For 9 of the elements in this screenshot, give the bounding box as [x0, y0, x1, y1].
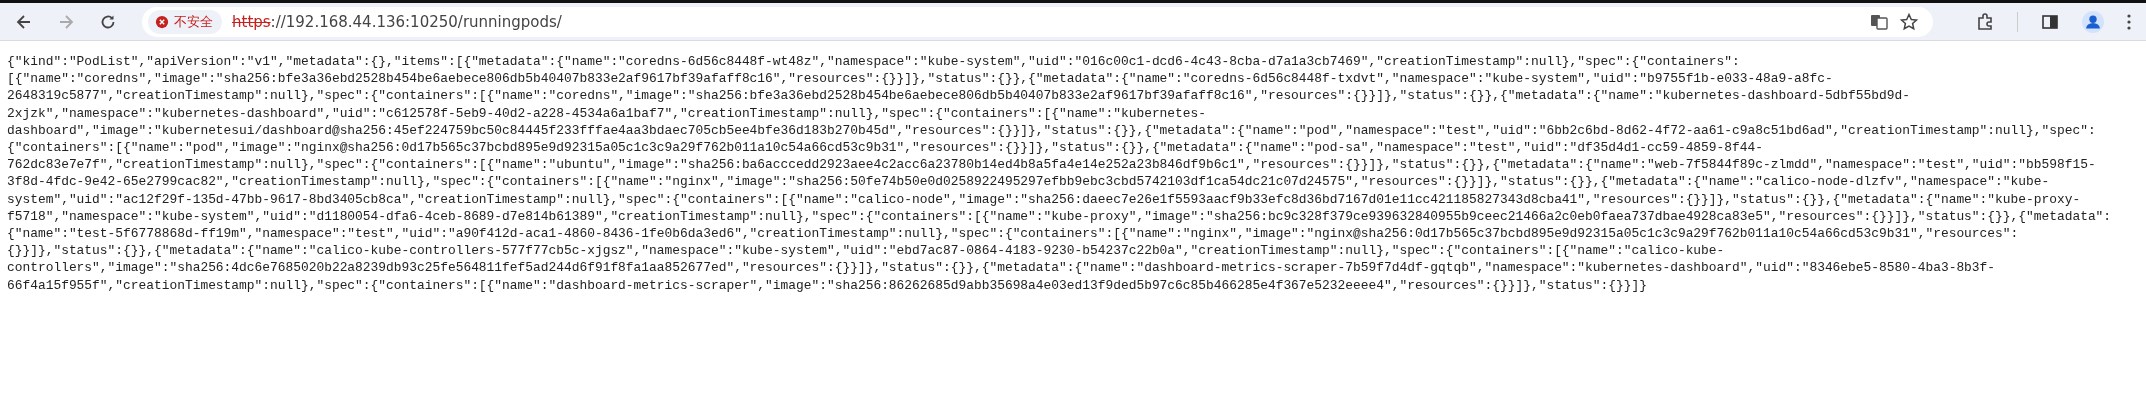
address-bar[interactable]: 不安全 https://192.168.44.136:10250/runningpods/: [142, 6, 1933, 37]
url-text: https://192.168.44.136:10250/runningpods/: [232, 12, 562, 31]
profile-icon[interactable]: [2082, 10, 2104, 33]
star-icon[interactable]: [1899, 11, 1919, 32]
puzzle-icon[interactable]: [1975, 11, 1995, 32]
security-chip[interactable]: 不安全: [148, 9, 222, 34]
warning-icon: [155, 14, 169, 29]
security-label: 不安全: [174, 12, 213, 31]
json-text: {"kind":"PodList","apiVersion":"v1","metadata":{},"items":[{"metadata":{"name":"coredns-6d56c8448f-wt48z","namespace":"kube-system","uid":"016c00c1-dcd6-4c43-8cba-d7a1a3cb7469","creationTimestamp":null},"spec":{"containers": [{"name":"coredns","image":"sha256:bfe3a36ebd2528b454be6aebece806db5b40407b833e2af9617bf39afaff8c16","resources":{}}]},"status":{}},{"metadata":{"name":"coredns-6d56c8448f-txdvt","namespace":"kube-system","uid":"b9755f1b-e033-48a9-a8fc- 2648319c5877","creationTimestamp":null},"spec":{"containers":[{"name":"coredns","image":"sha256:bfe3a36ebd2528b454be6aebece806db5b40407b833e2af9617bf39afaff8c16","resources":{}}]},"status":{}},{"metadata":{"name":"kubernetes-dashboard-5dbf55bd9d- 2xjzk","namespace":"kubernetes-dashboard","uid":"c612578f-5eb9-40d2-a228-4534a6a1baf7","creationTimestamp":null},"spec":{"containers":[{"name":"kubernetes- dashboard","image":"kubernetesui/dashboard@sha256:45ef224759bc50c84445f233fffae4aa3bdaec705cb5ee4bfe36d183b270b45d","resources":{}}]},"status":{}},{"metadata":{"name":"pod","namespace":"test","uid":"6bb2c6bd-8d62-4f72-aa61-c9a8c51bd6ad","creationTimestamp":null},"spec": {"containers":[{"name":"pod","image":"nginx@sha256:0d17b565c37bcbd895e9d92315a05c1c3c9a29f762b011a10c54a66cd53c9b31","resources":{}}]},"status":{}},{"metadata":{"name":"pod-sa","namespace":"test","uid":"df35d4d1-cc59-4859-8f44- 762dc83e7e7f","creationTimestamp":null},"spec":{"containers":[{"name":"ubuntu","image":"sha256:ba6acccedd2923aee4c2acc6a23780b14ed4b8a5fa4e14e252a23b846df9b6c1","resources":{}}]},"status":{}},{"metadata":{"name":"web-7f5844f89c-zlmdd","namespace":"test","uid":"bb598f15- 3f8d-4fdc-9e42-65e2799cac82","creationTimestamp":null},"spec":{"containers":[{"name":"nginx","image":"sha256:50fe74b50e0d0258922495297efbb9ebc3cbd5742103df1ca54dc21c07d24575","resources":{}}]},"status":{}},{"metadata":{"name":"calico-node-dlzfv","namespace":"kube- system","uid":"ac12f29f-135d-47bb-9617-8bd3405cb8ca","creationTimestamp":null},"spec":{"containers":[{"name":"calico-node","image":"sha256:daeec7e26e1f5593aacf9b33efc8d36bd7167d01e11cc421185827343d8cba41","resources":{}}]},"status":{}},{"metadata":{"name":"kube-proxy- f5718","namespace":"kube-system","uid":"d1180054-dfa6-4ceb-8689-d7e814b61389","creationTimestamp":null},"spec":{"containers":[{"name":"kube-proxy","image":"sha256:bc9c328f379ce939632840955b9ceec21466a2c0eb0faea737dbae4928ca83e5","resources":{}}]},"status":{}},{"metadata": {"name":"test-5f6778868d-ff19m","namespace":"test","uid":"a90f412d-aca1-4860-8436-1fe0b6da3ed6","creationTimestamp":null},"spec":{"containers":[{"name":"nginx","image":"nginx@sha256:0d17b565c37bcbd895e9d92315a05c1c3c9a29f762b011a10c54a66cd53c9b31","resources": {}}]},"status":{}},{"metadata":{"name":"calico-kube-controllers-577f77cb5c-xjgsz","namespace":"kube-system","uid":"ebd7ac87-0864-4183-9230-b54237c22b0a","creationTimestamp":null},"spec":{"containers":[{"name":"calico-kube- controllers","image":"sha256:4dc6e7685020b22a8239db93c25fe564811fef5ad244d6f91f8fa1aa852677ed","resources":{}}]},"status":{}},{"metadata":{"name":"dashboard-metrics-scraper-7b59f7d4df-gqtqb","namespace":"kubernetes-dashboard","uid":"8346ebe5-8580-4ba3-8b3f- 66f4a15f955f","creationTimestamp":null},"spec":{"containers":[{"name":"dashboard-metrics-scraper","image":"sha256:86262685d9abb35698a4e03ed13f9ded5b97c6c85b466285e4f367e5232eeee4","resources":{}}]},"status":{}}]}: [6, 53, 2113, 294]
